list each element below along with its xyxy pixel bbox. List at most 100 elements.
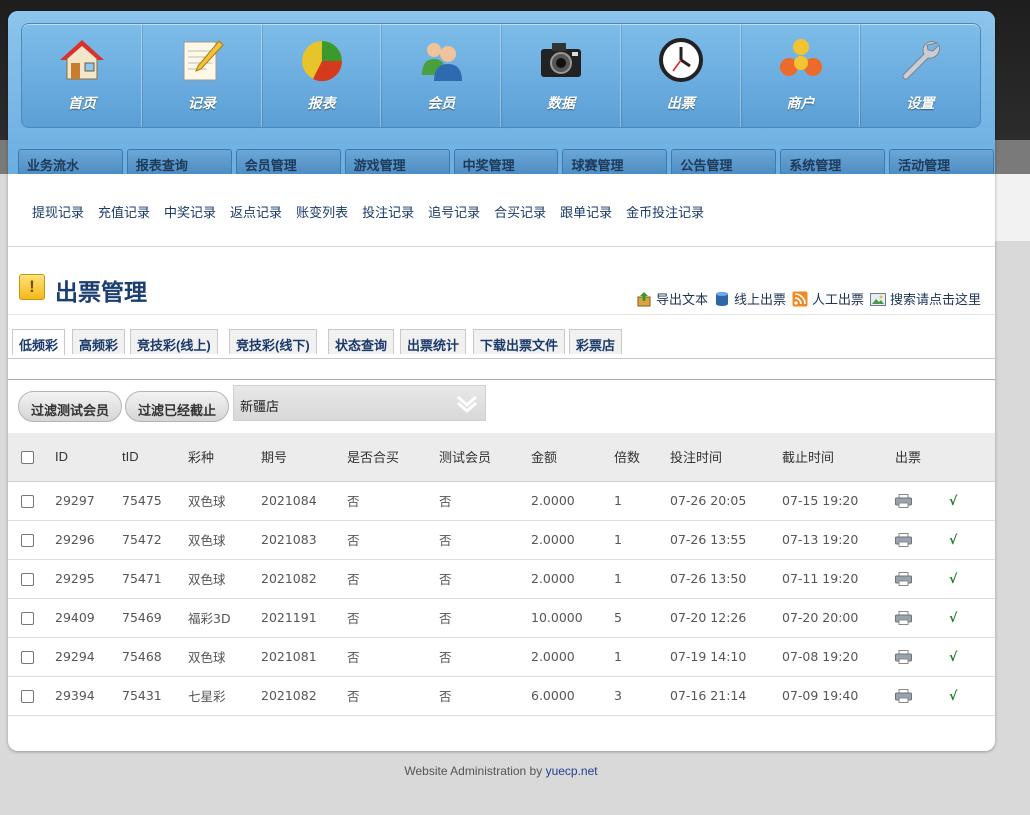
header-area: 首页 记录 报表 会员 数据 出票 商户 设置 业务流水 报表查询 会员管理 游… [8, 11, 995, 174]
cell-deadline: 07-20 20:00 [782, 598, 895, 638]
cell-bet-time: 07-20 12:26 [670, 598, 782, 638]
nav-item-merchants[interactable]: 商户 [741, 24, 861, 127]
warning-icon: ! [19, 274, 45, 300]
printer-icon[interactable] [895, 689, 912, 704]
table-row: 29294 75468 双色球 2021081 否否 2.0000 1 07-19 14:10… [8, 637, 995, 677]
cell-bet-time: 07-26 13:50 [670, 559, 782, 599]
subtab-member-management[interactable]: 会员管理 [235, 149, 341, 174]
cell-id: 29295 [55, 559, 122, 599]
nav-item-members[interactable]: 会员 [381, 24, 501, 127]
lottery-tabs: 低频彩 高频彩 竞技彩(线上) 竞技彩(线下) 状态查询 出票统计 下载出票文件… [8, 316, 995, 380]
ticket-done-mark[interactable]: √ [949, 649, 957, 664]
right-light-strip [995, 174, 1030, 241]
nav-label-data: 数据 [547, 95, 575, 111]
export-text-action[interactable]: 导出文本 [636, 289, 708, 308]
filter-expired-button[interactable]: 过滤已经截止 [125, 391, 230, 422]
tab-download-ticket-file[interactable]: 下载出票文件 [473, 329, 566, 354]
subtab-activity-management[interactable]: 活动管理 [889, 149, 995, 174]
subtab-business-flow[interactable]: 业务流水 [18, 149, 123, 174]
subtab-notice-management[interactable]: 公告管理 [671, 149, 777, 174]
tab-ticket-stats[interactable]: 出票统计 [400, 329, 467, 354]
manual-ticket-action[interactable]: 人工出票 [792, 289, 864, 308]
nav-item-data[interactable]: 数据 [501, 24, 621, 127]
subtab-match-management[interactable]: 球赛管理 [562, 149, 668, 174]
online-ticket-action[interactable]: 线上出票 [714, 289, 786, 308]
cell-amount: 6.0000 [531, 676, 614, 716]
printer-icon[interactable] [895, 572, 912, 587]
tab-high-frequency[interactable]: 高频彩 [72, 329, 126, 354]
subtab-prize-management[interactable]: 中奖管理 [453, 149, 559, 174]
table-row: 29296 75472 双色球 2021083 否否 2.0000 1 07-26 13:55… [8, 520, 995, 560]
nav-item-tickets[interactable]: 出票 [621, 24, 741, 127]
printer-icon[interactable] [895, 650, 912, 665]
subtab-game-management[interactable]: 游戏管理 [344, 149, 450, 174]
ticket-done-mark[interactable]: √ [949, 610, 957, 625]
cell-issue: 2021084 [261, 481, 347, 521]
row-checkbox[interactable] [21, 573, 34, 586]
store-select[interactable]: 新疆店 [233, 385, 486, 421]
cell-issue: 2021082 [261, 676, 347, 716]
cell-tid: 75468 [122, 637, 188, 677]
row-checkbox[interactable] [21, 651, 34, 664]
link-coin-bet-records[interactable]: 金币投注记录 [626, 202, 704, 221]
link-win-records[interactable]: 中奖记录 [164, 202, 216, 221]
link-bet-records[interactable]: 投注记录 [362, 202, 414, 221]
header-multiplier: 倍数 [614, 433, 670, 482]
header-ticket: 出票 [895, 433, 949, 482]
filter-row: 过滤测试会员 过滤已经截止 新疆店 [8, 381, 995, 433]
ticket-done-mark[interactable]: √ [949, 532, 957, 547]
cell-lottery-type: 福彩3D [188, 598, 261, 638]
ticket-done-mark[interactable]: √ [949, 688, 957, 703]
tab-lottery-store[interactable]: 彩票店 [569, 329, 623, 354]
ticket-done-mark[interactable]: √ [949, 571, 957, 586]
printer-icon[interactable] [895, 533, 912, 548]
pie-chart-icon [301, 41, 342, 82]
printer-icon[interactable] [895, 494, 912, 509]
export-icon [637, 291, 651, 306]
link-joint-buy-records[interactable]: 合买记录 [494, 202, 546, 221]
link-chase-records[interactable]: 追号记录 [428, 202, 480, 221]
database-icon [715, 291, 728, 306]
header-test-member: 测试会员 [439, 433, 531, 482]
cell-lottery-type: 七星彩 [188, 676, 261, 716]
nav-label-members: 会员 [427, 95, 456, 111]
filter-test-members-button[interactable]: 过滤测试会员 [18, 391, 123, 422]
select-all-checkbox[interactable] [21, 451, 34, 465]
tab-low-frequency[interactable]: 低频彩 [12, 329, 66, 355]
link-balance-change-list[interactable]: 账变列表 [296, 202, 348, 221]
nav-item-home[interactable]: 首页 [22, 24, 142, 127]
action-links: 导出文本 线上出票 人工出票 搜索请点击这里 [630, 289, 981, 308]
notepad-icon [183, 40, 224, 81]
search-action[interactable]: 搜索请点击这里 [869, 289, 981, 308]
row-checkbox[interactable] [21, 534, 34, 547]
nav-label-tickets: 出票 [666, 95, 695, 111]
header-issue: 期号 [261, 433, 347, 482]
row-checkbox[interactable] [21, 612, 34, 625]
link-follow-records[interactable]: 跟单记录 [560, 202, 612, 221]
link-deposit-records[interactable]: 充值记录 [98, 202, 150, 221]
nav-item-records[interactable]: 记录 [142, 24, 262, 127]
tab-status-query[interactable]: 状态查询 [328, 329, 395, 354]
row-checkbox[interactable] [21, 495, 34, 508]
row-checkbox[interactable] [21, 690, 34, 703]
tab-sports-online[interactable]: 竞技彩(线上) [130, 329, 218, 354]
nav-item-settings[interactable]: 设置 [860, 24, 980, 127]
cell-bet-time: 07-26 13:55 [670, 520, 782, 560]
ticket-done-mark[interactable]: √ [949, 493, 957, 508]
cell-joint-buy: 否 [347, 637, 439, 677]
table-row: 29295 75471 双色球 2021082 否否 2.0000 1 07-26 13:50… [8, 559, 995, 599]
subtab-report-query[interactable]: 报表查询 [126, 149, 232, 174]
cell-issue: 2021191 [261, 598, 347, 638]
nav-label-merchants: 商户 [786, 95, 815, 111]
grey-band-left [0, 140, 8, 174]
subtab-system-management[interactable]: 系统管理 [780, 149, 886, 174]
tab-sports-offline[interactable]: 竞技彩(线下) [229, 329, 317, 354]
footer-text: Website Administration by [404, 764, 546, 778]
footer-link[interactable]: yuecp.net [546, 764, 598, 778]
printer-icon[interactable] [895, 611, 912, 626]
sub-tabs: 业务流水 报表查询 会员管理 游戏管理 中奖管理 球赛管理 公告管理 系统管理 … [18, 149, 995, 174]
link-rebate-records[interactable]: 返点记录 [230, 202, 282, 221]
header-select-all [8, 433, 55, 482]
link-withdraw-records[interactable]: 提现记录 [32, 202, 84, 221]
nav-item-reports[interactable]: 报表 [262, 24, 382, 127]
